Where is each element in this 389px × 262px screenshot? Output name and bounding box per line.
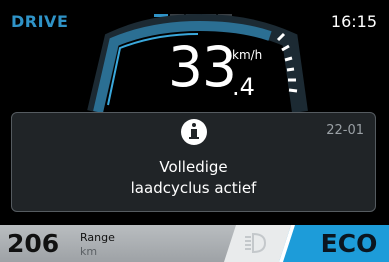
range-unit: km (80, 245, 98, 258)
assist-mode-label: ECO (320, 229, 378, 258)
speed-unit: km/h (232, 48, 263, 62)
range-label: Range (80, 231, 115, 244)
range-value: 206 (7, 229, 60, 258)
headlight-icon[interactable] (243, 231, 269, 255)
speed-value: 33 (168, 35, 237, 99)
bottom-bar: 206 Range km ECO (0, 225, 389, 262)
range-panel: 206 Range km (0, 225, 236, 262)
info-message-dialog[interactable]: 22-01 Volledige laadcyclus actief (11, 112, 376, 212)
message-code: 22-01 (326, 123, 364, 138)
message-text: Volledige laadcyclus actief (12, 157, 375, 199)
gauge-tick (286, 67, 295, 72)
speed-decimal: .4 (232, 73, 255, 101)
display-screen: DRIVE 16:15 33 km/h .4 22-01 Volledige l… (0, 0, 389, 262)
message-line-2: laadcyclus actief (130, 179, 257, 197)
info-icon (181, 119, 207, 145)
gauge-tick (288, 88, 298, 93)
gauge-tick (284, 56, 293, 62)
message-line-1: Volledige (159, 158, 228, 176)
